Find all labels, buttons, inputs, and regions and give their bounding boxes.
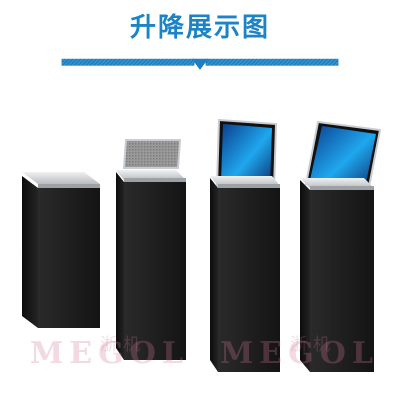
unit-body-side (22, 176, 38, 328)
screen-panel-mesh (122, 139, 182, 169)
unit-body-side (210, 178, 218, 372)
page-title: 升降展示图 (129, 13, 270, 43)
banner-stripe-right (205, 58, 339, 66)
watermark-logo-cn: 浙机 (100, 335, 146, 355)
unit-top-trim (22, 172, 100, 184)
title-banner (61, 58, 339, 70)
lift-unit-raised (210, 118, 280, 372)
banner-stripe-left (61, 58, 195, 66)
watermark-logo-cn: 浙机 (290, 335, 336, 355)
lift-unit-closed (22, 172, 100, 328)
lift-unit-half-raised (116, 139, 186, 360)
unit-body-front (38, 186, 100, 328)
